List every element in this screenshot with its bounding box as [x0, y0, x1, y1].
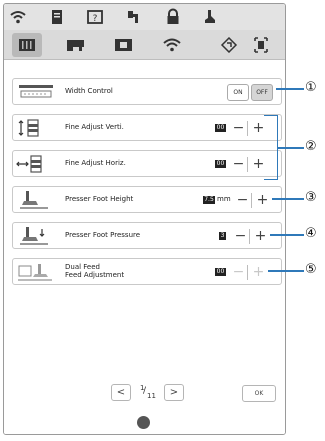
fine-adjust-vertical-label: Fine Adjust Verti.: [65, 123, 124, 131]
page-fraction-slash: /: [143, 386, 147, 396]
setting-row-dual-feed-adjustment: Dual Feed Feed Adjustment 00 − +: [12, 258, 282, 285]
callout-leader-5: [268, 270, 304, 272]
callout-4: ④: [305, 226, 317, 241]
width-control-off-button[interactable]: OFF: [251, 84, 273, 101]
status-bar: ?: [4, 4, 285, 30]
stepper-divider: [247, 121, 248, 136]
tab-general-settings[interactable]: [214, 33, 244, 57]
lock-icon[interactable]: [164, 8, 182, 26]
presser-foot-pressure-plus-button[interactable]: +: [253, 228, 268, 245]
setting-row-fine-adjust-horizontal: Fine Adjust Horiz. 00 − +: [12, 150, 282, 177]
presser-foot-pressure-minus-button[interactable]: −: [233, 228, 248, 245]
page-indicator: 1 / 11: [138, 384, 158, 402]
tab-embroidery-settings[interactable]: [108, 33, 138, 57]
stepper-divider: [249, 229, 250, 244]
fine-adjust-horizontal-icon: [16, 154, 56, 174]
presser-foot-pressure-label: Presser Foot Pressure: [65, 231, 141, 239]
fine-adjust-vertical-minus-button[interactable]: −: [231, 120, 246, 137]
presser-foot-pressure-icon: [16, 226, 56, 246]
presser-foot-icon[interactable]: [201, 8, 219, 26]
category-tab-bar: [4, 30, 285, 60]
callout-leader-1: [276, 88, 304, 90]
page-icon[interactable]: [48, 8, 66, 26]
presser-foot-height-value: 7.5: [203, 196, 215, 204]
callout-2: ②: [305, 139, 317, 154]
stepper-divider: [247, 157, 248, 172]
svg-text:?: ?: [93, 14, 98, 24]
page-total: 11: [147, 392, 156, 400]
presser-foot-height-minus-button[interactable]: −: [235, 192, 250, 209]
setting-row-presser-foot-height: Presser Foot Height 7.5 mm − +: [12, 186, 282, 213]
dual-feed-label-line1: Dual Feed: [65, 263, 100, 271]
stepper-divider: [251, 193, 252, 208]
callout-bracket-2: [264, 115, 278, 180]
help-icon[interactable]: ?: [86, 8, 104, 26]
dual-feed-label-line2: Feed Adjustment: [65, 271, 125, 279]
tab-wireless-settings[interactable]: [156, 33, 186, 57]
callout-leader-3: [272, 198, 304, 200]
width-control-icon: [16, 82, 56, 102]
dual-feed-adjustment-minus-button[interactable]: −: [231, 264, 246, 281]
callout-leader-4: [270, 234, 304, 236]
presser-foot-height-plus-button[interactable]: +: [255, 192, 270, 209]
needle-mode-icon[interactable]: [124, 8, 142, 26]
fine-adjust-horizontal-label: Fine Adjust Horiz.: [65, 159, 126, 167]
setting-row-presser-foot-pressure: Presser Foot Pressure 3 − +: [12, 222, 282, 249]
frame-corners-icon: [254, 37, 268, 53]
callout-1: ①: [305, 80, 317, 95]
dual-feed-icon: [16, 262, 56, 282]
settings-screen: ? Width Control ON OFF Fine Adjust Verti…: [3, 3, 286, 435]
embroidery-frame-icon: [115, 39, 132, 51]
presser-foot-height-unit: mm: [217, 195, 231, 203]
next-page-button[interactable]: >: [164, 384, 184, 401]
callout-leader-2: [278, 147, 304, 149]
ok-button[interactable]: OK: [242, 385, 276, 402]
home-icon[interactable]: [137, 416, 150, 429]
presser-foot-height-label: Presser Foot Height: [65, 195, 134, 203]
presser-foot-height-icon: [16, 190, 56, 210]
wifi-settings-icon: [163, 38, 181, 52]
fine-adjust-horizontal-minus-button[interactable]: −: [231, 156, 246, 173]
diamond-settings-icon: [220, 37, 238, 53]
tab-sewing-settings[interactable]: [12, 33, 42, 57]
prev-page-button[interactable]: <: [111, 384, 131, 401]
sewing-machine-icon: [67, 40, 84, 51]
callout-3: ③: [305, 190, 317, 205]
tab-machine-settings[interactable]: [60, 33, 90, 57]
setting-row-fine-adjust-vertical: Fine Adjust Verti. 00 − +: [12, 114, 282, 141]
wifi-icon[interactable]: [9, 8, 27, 26]
dual-feed-adjustment-plus-button[interactable]: +: [251, 264, 266, 281]
width-control-label: Width Control: [65, 87, 113, 95]
sewing-settings-icon: [19, 39, 35, 51]
bottom-bar: [4, 409, 285, 434]
dual-feed-adjustment-value: 00: [215, 268, 226, 276]
width-control-on-button[interactable]: ON: [227, 84, 249, 101]
setting-row-width-control: Width Control ON OFF: [12, 78, 282, 105]
dual-feed-adjustment-label: Dual Feed Feed Adjustment: [65, 263, 124, 279]
fine-adjust-vertical-value: 00: [215, 124, 226, 132]
presser-foot-pressure-value: 3: [219, 232, 226, 240]
tab-frame-settings[interactable]: [246, 33, 276, 57]
fine-adjust-horizontal-value: 00: [215, 160, 226, 168]
stepper-divider: [247, 265, 248, 280]
callout-5: ⑤: [305, 262, 317, 277]
fine-adjust-vertical-icon: [16, 118, 56, 138]
